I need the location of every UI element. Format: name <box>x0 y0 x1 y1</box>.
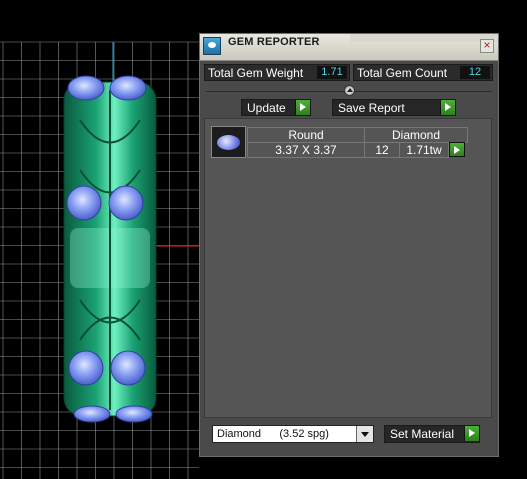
panel-titlebar[interactable]: GEM REPORTER × <box>200 34 498 61</box>
gem-mid-left <box>66 185 102 221</box>
set-material-button[interactable]: Set Material <box>384 425 480 443</box>
total-gem-count-box: Total Gem Count 12 <box>353 64 493 81</box>
ring-model[interactable] <box>63 75 157 423</box>
gem-low-right <box>110 350 146 386</box>
material-bar: Diamond (3.52 spg) Set Material <box>200 418 498 456</box>
material-select-value: Diamond (3.52 spg) <box>217 428 329 440</box>
collapse-knob-icon[interactable] <box>344 85 355 96</box>
total-gem-count-value: 12 <box>460 66 490 79</box>
set-material-button-label: Set Material <box>390 427 455 441</box>
panel-title: GEM REPORTER <box>228 36 320 48</box>
save-report-button[interactable]: Save Report <box>332 99 456 116</box>
gem-bottom-left <box>73 405 111 423</box>
gem-size-cell: 3.37 X 3.37 <box>247 142 365 158</box>
play-arrow-icon <box>464 426 479 441</box>
titlebar-notch <box>350 34 498 42</box>
play-arrow-icon <box>295 100 310 115</box>
gem-report-list: Round Diamond 3.37 X 3.37 12 1.71tw <box>204 118 492 418</box>
gem-material-header: Diamond <box>364 127 468 143</box>
total-gem-count-label: Total Gem Count <box>357 66 448 80</box>
close-icon[interactable]: × <box>480 39 494 53</box>
update-button[interactable]: Update <box>241 99 311 116</box>
gem-reporter-icon <box>203 37 221 55</box>
gem-weight-cell: 1.71tw <box>399 142 449 158</box>
gem-top-right <box>109 75 147 101</box>
gem-mid-right <box>108 185 144 221</box>
update-button-label: Update <box>247 101 286 115</box>
gem-bottom-right <box>115 405 153 423</box>
gem-count-cell: 12 <box>364 142 400 158</box>
gem-reporter-panel: GEM REPORTER × Total Gem Weight 1.71 Tot… <box>199 33 499 457</box>
total-gem-weight-value: 1.71 <box>317 66 347 79</box>
round-gem-icon[interactable] <box>211 126 246 158</box>
total-gem-weight-label: Total Gem Weight <box>208 66 304 80</box>
gem-shape-header: Round <box>247 127 365 143</box>
material-select[interactable]: Diamond (3.52 spg) <box>212 425 374 443</box>
gem-row-go-button[interactable] <box>449 142 465 157</box>
gem-low-left <box>68 350 104 386</box>
chevron-down-icon[interactable] <box>356 426 373 442</box>
play-arrow-icon <box>440 100 455 115</box>
total-gem-weight-box: Total Gem Weight 1.71 <box>204 64 350 81</box>
gem-top-left <box>67 75 105 101</box>
save-report-button-label: Save Report <box>338 101 405 115</box>
